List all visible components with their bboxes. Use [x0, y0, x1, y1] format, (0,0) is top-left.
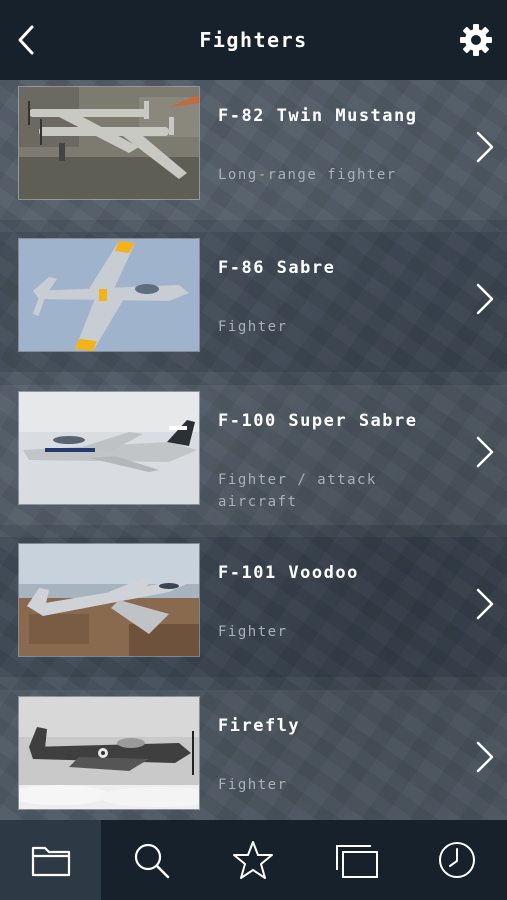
aircraft-name: Firefly	[218, 716, 301, 736]
page-title: Fighters	[199, 28, 308, 52]
list-item[interactable]: Firefly Fighter	[0, 690, 507, 820]
aircraft-role: Long-range fighter	[218, 167, 397, 183]
tab-history[interactable]	[406, 820, 507, 900]
chevron-right-icon	[476, 283, 494, 315]
aircraft-name: F-82 Twin Mustang	[218, 106, 418, 126]
aircraft-role: Fighter / attack aircraft	[218, 472, 377, 510]
history-icon	[439, 842, 475, 878]
aircraft-name: F-86 Sabre	[218, 258, 336, 278]
tab-folders[interactable]	[0, 820, 101, 900]
tab-bar	[0, 820, 507, 900]
tab-favorites[interactable]	[202, 820, 303, 900]
chevron-right-icon	[476, 131, 494, 163]
search-icon	[134, 843, 170, 879]
list-item[interactable]: F-86 Sabre Fighter	[0, 232, 507, 372]
list-item[interactable]: F-82 Twin Mustang Long-range fighter	[0, 80, 507, 220]
aircraft-thumbnail	[18, 86, 200, 200]
aircraft-name: F-100 Super Sabre	[218, 411, 418, 431]
tab-search[interactable]	[101, 820, 202, 900]
aircraft-thumbnail	[18, 238, 200, 352]
aircraft-role: Fighter	[218, 319, 288, 335]
header-bar: Fighters	[0, 0, 507, 80]
star-icon	[233, 841, 273, 879]
list-item[interactable]: F-100 Super Sabre Fighter / attack aircr…	[0, 385, 507, 525]
aircraft-role: Fighter	[218, 624, 288, 640]
aircraft-thumbnail	[18, 391, 200, 505]
settings-button[interactable]	[458, 22, 494, 58]
chevron-right-icon	[476, 588, 494, 620]
chevron-right-icon	[476, 436, 494, 468]
gallery-icon	[336, 845, 378, 878]
list-item[interactable]: F-101 Voodoo Fighter	[0, 537, 507, 677]
tab-gallery[interactable]	[303, 820, 404, 900]
aircraft-list: F-82 Twin Mustang Long-range fighter F-8…	[0, 80, 507, 820]
aircraft-name: F-101 Voodoo	[218, 563, 359, 583]
gear-icon	[460, 24, 492, 56]
aircraft-thumbnail	[18, 696, 200, 810]
aircraft-role: Fighter	[218, 777, 288, 793]
chevron-right-icon	[476, 741, 494, 773]
aircraft-thumbnail	[18, 543, 200, 657]
folder-icon	[31, 846, 71, 877]
